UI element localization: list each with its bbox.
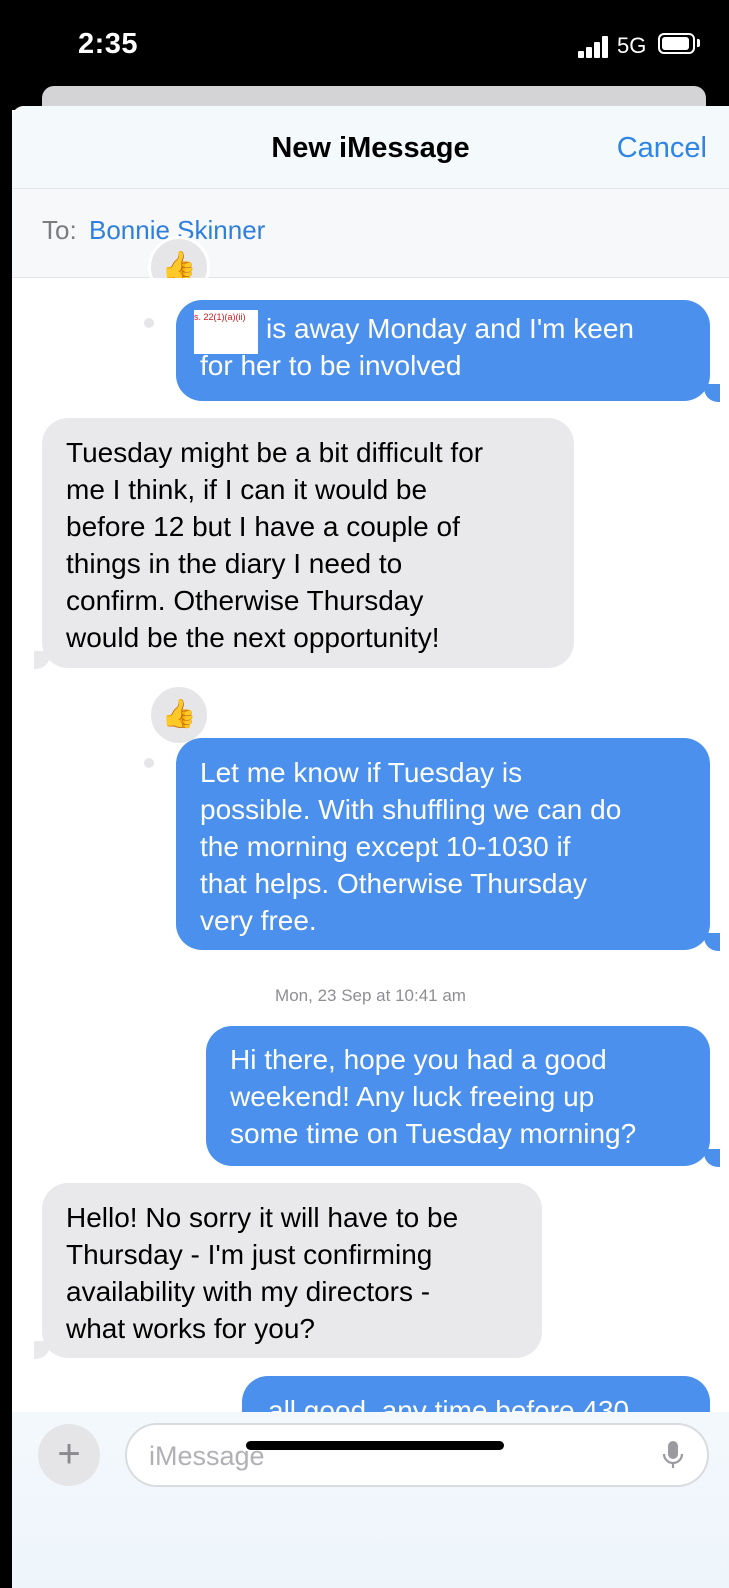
composer-bar: + iMessage (12, 1412, 729, 1588)
message-bubble-sent[interactable]: Hi there, hope you had a good weekend! A… (206, 1026, 710, 1166)
sheet-header: New iMessage Cancel (12, 106, 729, 189)
thumbs-up-icon: 👍 (161, 698, 197, 729)
message-bubble-received[interactable]: Hello! No sorry it will have to be Thurs… (42, 1183, 542, 1358)
tapback-reaction[interactable]: 👍 (148, 684, 210, 746)
signal-strength-icon (578, 36, 608, 58)
to-label: To: (42, 215, 77, 245)
add-attachment-button[interactable]: + (38, 1424, 100, 1486)
message-timestamp: Mon, 23 Sep at 10:41 am (275, 986, 466, 1005)
network-label: 5G (617, 33, 647, 58)
message-bubble-sent[interactable]: Let me know if Tuesday is possible. With… (176, 738, 710, 950)
home-indicator[interactable] (246, 1441, 504, 1450)
status-time: 2:35 (78, 28, 139, 60)
message-input[interactable]: iMessage (125, 1423, 709, 1487)
message-bubble-received[interactable]: Tuesday might be a bit difficult for me … (42, 418, 574, 668)
recipient-field[interactable]: To: Bonnie Skinner (12, 189, 729, 278)
microphone-icon[interactable] (661, 1439, 685, 1471)
battery-icon (658, 33, 695, 54)
cancel-button[interactable]: Cancel (617, 132, 707, 165)
new-message-sheet: New iMessage Cancel To: Bonnie Skinner 👍… (12, 106, 729, 1588)
redaction-box: s. 22(1)(a)(ii) (194, 310, 258, 354)
